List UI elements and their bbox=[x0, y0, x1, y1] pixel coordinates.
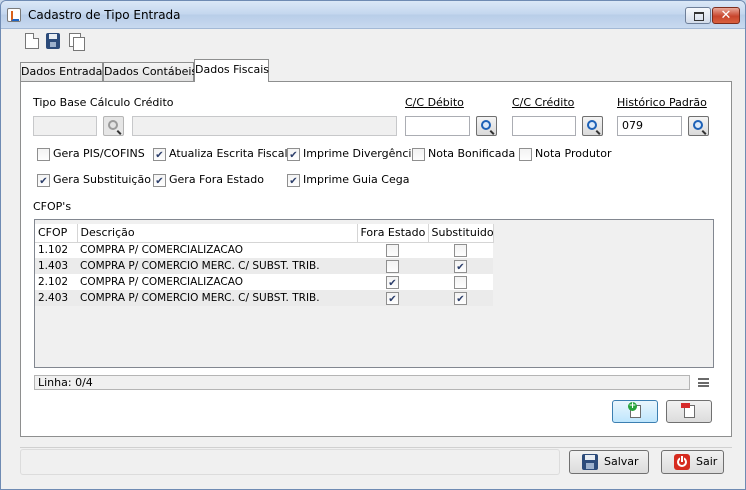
search-icon bbox=[693, 120, 703, 130]
imprime-divergencia-label: Imprime Divergência bbox=[303, 147, 419, 160]
substituido-checkbox[interactable] bbox=[454, 275, 467, 289]
substituido-cell bbox=[428, 290, 493, 306]
gera-substituicao-checkbox[interactable] bbox=[37, 174, 50, 187]
search-icon bbox=[108, 120, 118, 130]
exit-button[interactable]: Sair bbox=[661, 450, 724, 474]
window-title: Cadastro de Tipo Entrada bbox=[28, 8, 181, 22]
save-icon[interactable] bbox=[46, 33, 60, 49]
title-bar[interactable]: Cadastro de Tipo Entrada ✕ bbox=[1, 1, 745, 29]
app-window: Cadastro de Tipo Entrada ✕ Dados Entrada… bbox=[0, 0, 746, 490]
gera-fora-estado-checkbox[interactable] bbox=[153, 174, 166, 187]
table-row[interactable]: 1.403 COMPRA P/ COMERCIO MERC. C/ SUBST.… bbox=[35, 258, 493, 274]
fora-estado-checkbox[interactable] bbox=[386, 275, 399, 289]
search-icon bbox=[481, 120, 491, 130]
table-row[interactable]: 1.102 COMPRA P/ COMERCIALIZACAO bbox=[35, 242, 493, 258]
cfop-cell: 1.403 bbox=[35, 258, 77, 274]
footer-status-area bbox=[20, 449, 560, 475]
historico-padrao-input[interactable]: 079 bbox=[617, 116, 682, 136]
divider bbox=[20, 447, 732, 448]
descricao-cell: COMPRA P/ COMERCIO MERC. C/ SUBST. TRIB. bbox=[77, 258, 357, 274]
cfop-grid[interactable]: CFOP Descrição Fora Estado Substituido 1… bbox=[34, 219, 714, 368]
table-row[interactable]: 2.403 COMPRA P/ COMERCIO MERC. C/ SUBST.… bbox=[35, 290, 493, 306]
tab-dados-contabeis[interactable]: Dados Contábeis bbox=[103, 62, 197, 82]
row-status: Linha: 0/4 bbox=[34, 375, 690, 390]
historico-padrao-label: Histórico Padrão bbox=[617, 96, 707, 109]
cc-credito-search-button[interactable] bbox=[582, 116, 603, 136]
nota-bonificada-label: Nota Bonificada bbox=[428, 147, 516, 160]
column-header-cfop[interactable]: CFOP bbox=[35, 224, 78, 243]
tipo-base-label: Tipo Base Cálculo Crédito bbox=[33, 96, 174, 109]
tipo-base-code-field bbox=[33, 116, 97, 136]
substituido-cell bbox=[428, 242, 493, 258]
gera-fora-estado-label: Gera Fora Estado bbox=[169, 173, 264, 186]
power-icon bbox=[674, 454, 690, 470]
imprime-guia-cega-label: Imprime Guia Cega bbox=[303, 173, 410, 186]
cfop-cell: 2.403 bbox=[35, 290, 77, 306]
descricao-cell: COMPRA P/ COMERCIALIZACAO bbox=[77, 242, 357, 258]
table-header-row: CFOP Descrição Fora Estado Substituido bbox=[35, 224, 494, 243]
tab-dados-entrada[interactable]: Dados Entrada bbox=[20, 62, 103, 82]
fora-estado-cell bbox=[357, 242, 428, 258]
gera-pis-cofins-checkbox[interactable] bbox=[37, 148, 50, 161]
exit-button-label: Sair bbox=[696, 455, 718, 468]
column-header-fora-estado[interactable]: Fora Estado bbox=[357, 224, 429, 243]
tipo-base-search-button bbox=[103, 116, 124, 136]
substituido-cell bbox=[428, 274, 493, 290]
fora-estado-checkbox[interactable] bbox=[386, 243, 399, 257]
substituido-checkbox[interactable] bbox=[454, 291, 467, 305]
substituido-cell bbox=[428, 258, 493, 274]
atualiza-escrita-fiscal-label: Atualiza Escrita Fiscal bbox=[169, 147, 288, 160]
plus-icon: + bbox=[628, 401, 637, 411]
table-row[interactable]: 2.102 COMPRA P/ COMERCIALIZACAO bbox=[35, 274, 493, 290]
imprime-guia-cega-checkbox[interactable] bbox=[287, 174, 300, 187]
fora-estado-checkbox[interactable] bbox=[386, 291, 399, 305]
cc-debito-search-button[interactable] bbox=[476, 116, 497, 136]
save-button[interactable]: Salvar bbox=[569, 450, 649, 474]
cfop-cell: 2.102 bbox=[35, 274, 77, 290]
cfop-cell: 1.102 bbox=[35, 242, 77, 258]
cfops-label: CFOP's bbox=[33, 200, 72, 213]
substituido-checkbox[interactable] bbox=[454, 243, 467, 257]
gera-substituicao-label: Gera Substituição bbox=[53, 173, 151, 186]
descricao-cell: COMPRA P/ COMERCIALIZACAO bbox=[77, 274, 357, 290]
save-button-label: Salvar bbox=[604, 455, 639, 468]
descricao-cell: COMPRA P/ COMERCIO MERC. C/ SUBST. TRIB. bbox=[77, 290, 357, 306]
java-app-icon bbox=[7, 8, 21, 22]
column-header-substituido[interactable]: Substituido bbox=[428, 224, 494, 243]
substituido-checkbox[interactable] bbox=[454, 259, 467, 273]
save-icon bbox=[582, 454, 598, 470]
imprime-divergencia-checkbox[interactable] bbox=[287, 148, 300, 161]
menu-icon[interactable] bbox=[698, 378, 709, 387]
add-row-button[interactable]: + bbox=[612, 400, 658, 423]
cfop-table: CFOP Descrição Fora Estado Substituido 1… bbox=[35, 224, 494, 306]
nota-produtor-label: Nota Produtor bbox=[535, 147, 612, 160]
restore-window-button[interactable] bbox=[685, 7, 711, 24]
nota-bonificada-checkbox[interactable] bbox=[412, 148, 425, 161]
gera-pis-cofins-label: Gera PIS/COFINS bbox=[53, 147, 145, 160]
minus-icon bbox=[681, 403, 690, 408]
column-header-descricao[interactable]: Descrição bbox=[77, 224, 358, 243]
atualiza-escrita-fiscal-checkbox[interactable] bbox=[153, 148, 166, 161]
tipo-base-description-field bbox=[132, 116, 397, 136]
fora-estado-checkbox[interactable] bbox=[386, 259, 399, 273]
fora-estado-cell bbox=[357, 290, 428, 306]
fora-estado-cell bbox=[357, 274, 428, 290]
close-window-button[interactable]: ✕ bbox=[712, 7, 740, 24]
search-icon bbox=[587, 120, 597, 130]
historico-padrao-search-button[interactable] bbox=[688, 116, 709, 136]
cc-credito-input[interactable] bbox=[512, 116, 576, 136]
cc-debito-input[interactable] bbox=[405, 116, 470, 136]
copy-icon[interactable] bbox=[69, 33, 85, 51]
tab-dados-fiscais[interactable]: Dados Fiscais bbox=[194, 59, 269, 82]
nota-produtor-checkbox[interactable] bbox=[519, 148, 532, 161]
cc-debito-label: C/C Débito bbox=[405, 96, 464, 109]
cc-credito-label: C/C Crédito bbox=[512, 96, 575, 109]
fora-estado-cell bbox=[357, 258, 428, 274]
delete-row-button[interactable] bbox=[666, 400, 712, 423]
new-document-icon[interactable] bbox=[25, 33, 39, 49]
